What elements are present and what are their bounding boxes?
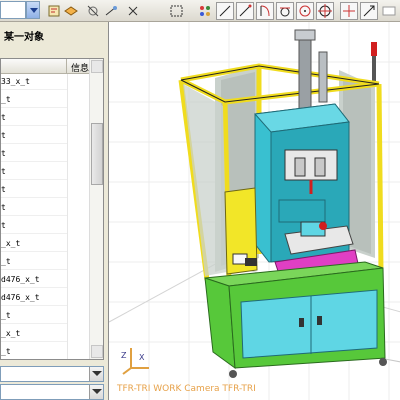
- list-item[interactable]: t: [1, 201, 67, 216]
- 3d-viewport[interactable]: Z X TFR-TRI WORK Camera TFR-TRI: [108, 22, 400, 400]
- chevron-down-icon: [92, 389, 102, 394]
- list-item[interactable]: d476_x_t: [1, 273, 67, 288]
- fit-icon[interactable]: [102, 2, 120, 20]
- list-item[interactable]: t: [1, 129, 67, 144]
- main-toolbar: [0, 0, 400, 22]
- side-mesh: [183, 84, 227, 276]
- scroll-down-button[interactable]: [91, 345, 103, 358]
- scroll-thumb[interactable]: [91, 123, 103, 185]
- line-icon[interactable]: [216, 2, 234, 20]
- list-item[interactable]: _x_t: [1, 327, 67, 342]
- snap-angle-icon[interactable]: [360, 2, 378, 20]
- tangent-icon[interactable]: [276, 2, 294, 20]
- panel-title: 某一对象: [4, 32, 44, 43]
- column-header-info[interactable]: 信息: [71, 61, 89, 74]
- snap-point-icon[interactable]: [124, 2, 142, 20]
- object-panel: 某一对象 信息 33_x_t _t t t t t t t t _x_t _t d476_x_t d47…: [0, 22, 108, 400]
- arc-icon[interactable]: [256, 2, 274, 20]
- axis-x-label: X: [139, 353, 145, 362]
- column-divider: [67, 74, 68, 359]
- list-item[interactable]: t: [1, 147, 67, 162]
- list-item[interactable]: t: [1, 219, 67, 234]
- axis-z-label: Z: [121, 351, 127, 360]
- list-item[interactable]: d476_x_t: [1, 291, 67, 306]
- more-tools-icon[interactable]: [380, 2, 398, 20]
- chevron-down-icon: [30, 8, 38, 13]
- column-header-name[interactable]: [1, 59, 67, 74]
- view-combo[interactable]: [0, 1, 26, 19]
- list-scrollbar[interactable]: [89, 59, 103, 359]
- circle-icon[interactable]: [296, 2, 314, 20]
- snap-grid-icon[interactable]: [340, 2, 358, 20]
- list-item[interactable]: 33_x_t: [1, 75, 67, 90]
- list-item[interactable]: _t: [1, 309, 67, 324]
- camera-label: TFR-TRI WORK Camera TFR-TRI: [117, 384, 256, 394]
- layer-icon[interactable]: [62, 2, 80, 20]
- control-box: [224, 187, 258, 275]
- machine-model: Z X: [109, 22, 400, 400]
- object-list[interactable]: 信息 33_x_t _t t t t t t t t _x_t _t d476_x_t d476_x_t…: [0, 58, 104, 360]
- select-box-icon[interactable]: [168, 2, 186, 20]
- dropdown-button[interactable]: [89, 367, 103, 381]
- list-item[interactable]: _t: [1, 345, 67, 359]
- list-item[interactable]: _t: [1, 93, 67, 108]
- dropdown-button[interactable]: [89, 385, 103, 399]
- light-tower: [371, 42, 377, 84]
- property-dropdown-2[interactable]: [0, 384, 104, 400]
- chevron-down-icon: [92, 371, 102, 376]
- list-item[interactable]: t: [1, 165, 67, 180]
- scroll-up-button[interactable]: [91, 60, 103, 73]
- list-header: 信息: [1, 59, 89, 74]
- list-item[interactable]: _t: [1, 255, 67, 270]
- select-icon[interactable]: [45, 2, 63, 20]
- press-cylinder: [294, 29, 328, 113]
- list-item[interactable]: t: [1, 183, 67, 198]
- machine-base: [204, 261, 387, 378]
- axis-triad: Z X: [121, 348, 149, 375]
- list-item[interactable]: t: [1, 111, 67, 126]
- view-combo-dropdown-button[interactable]: [26, 1, 40, 19]
- snap-exist-icon[interactable]: [196, 2, 214, 20]
- snap-endpoint-icon[interactable]: [236, 2, 254, 20]
- hide-icon[interactable]: [84, 2, 102, 20]
- cross-point-icon[interactable]: [316, 2, 334, 20]
- list-item[interactable]: _x_t: [1, 237, 67, 252]
- property-dropdown-1[interactable]: [0, 366, 104, 382]
